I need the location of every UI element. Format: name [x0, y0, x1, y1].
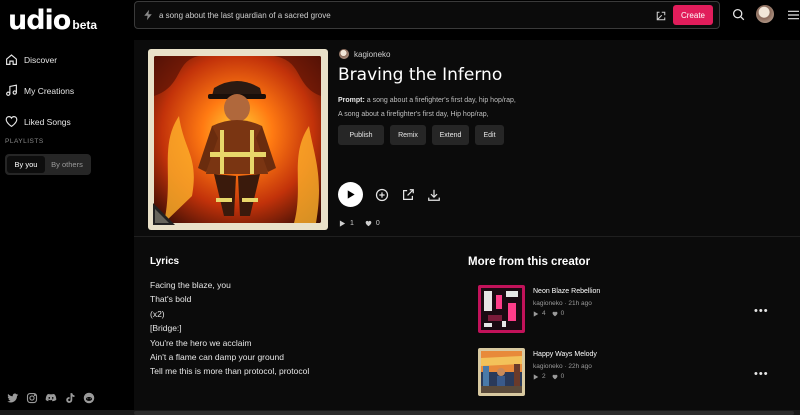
card-song-title[interactable]: Neon Blaze Rebellion	[533, 288, 600, 295]
tiktok-icon[interactable]	[64, 392, 76, 404]
prompt-label: Prompt:	[338, 97, 365, 104]
social-links	[7, 392, 95, 404]
lyric-line: That's bold	[150, 294, 192, 305]
card-like-count: 0	[560, 310, 565, 317]
sidebar-item-discover[interactable]: Discover	[5, 44, 74, 75]
music-note-icon	[6, 84, 17, 96]
section-divider	[134, 236, 800, 237]
card-song-stats: 4 0	[533, 310, 570, 317]
heart-icon	[552, 311, 558, 316]
sidebar-item-label: My Creations	[24, 85, 75, 96]
play-count-icon	[339, 220, 346, 227]
udio-logo[interactable]: udio beta	[8, 5, 97, 36]
add-to-playlist-icon[interactable]	[375, 188, 389, 202]
tab-by-others[interactable]: By others	[45, 156, 89, 173]
song-actions: Publish Remix Extend Edit	[338, 125, 504, 145]
lyrics-heading: Lyrics	[150, 256, 180, 267]
card-play-count: 2	[542, 373, 546, 380]
more-from-creator-heading: More from this creator	[468, 256, 591, 268]
sidebar: udio beta Discover My Creations Liked So…	[0, 0, 134, 415]
playlists-heading: PLAYLISTS	[5, 138, 44, 145]
bolt-icon	[144, 9, 152, 21]
sidebar-item-my-creations[interactable]: My Creations	[5, 75, 74, 106]
sidebar-item-label: Liked Songs	[24, 116, 71, 127]
song-cover-art[interactable]	[154, 56, 321, 223]
instagram-icon[interactable]	[26, 392, 38, 404]
heart-icon	[5, 116, 18, 128]
song-tags: A song about a firefighter's first day, …	[338, 111, 489, 118]
artist-avatar	[339, 49, 349, 59]
share-icon[interactable]	[401, 188, 415, 202]
song-prompt: Prompt: a song about a firefighter's fir…	[338, 97, 516, 104]
card-song-meta: kagioneko · 21h ago	[533, 300, 592, 307]
logo-beta-tag: beta	[72, 18, 98, 32]
lyric-line: [Bridge:]	[150, 323, 182, 334]
twitter-icon[interactable]	[7, 392, 19, 404]
user-avatar[interactable]	[756, 5, 774, 23]
prompt-text: a song about a firefighter's first day, …	[366, 97, 516, 104]
creator-song-card[interactable]: Neon Blaze Rebellion kagioneko · 21h ago…	[478, 285, 778, 333]
lyric-line: (x2)	[150, 308, 165, 319]
prompt-settings-icon[interactable]	[655, 10, 667, 22]
neon-blaze-artwork	[478, 285, 525, 333]
playlist-toggle: By you By others	[5, 154, 91, 175]
artist-link[interactable]: kagioneko	[339, 49, 390, 59]
reddit-icon[interactable]	[83, 392, 95, 404]
player-controls	[338, 182, 441, 207]
hamburger-menu-icon[interactable]	[788, 10, 799, 20]
prompt-bar: Create	[134, 1, 720, 29]
remix-button[interactable]: Remix	[390, 125, 426, 145]
lyric-line: Tell me this is more than protocol, prot…	[150, 366, 310, 377]
creator-song-card[interactable]: Happy Ways Melody kagioneko · 22h ago 2 …	[478, 348, 778, 396]
publish-button[interactable]: Publish	[338, 125, 384, 145]
song-page: kagioneko Braving the Inferno Prompt: a …	[134, 40, 800, 415]
play-icon	[347, 190, 355, 199]
card-song-title[interactable]: Happy Ways Melody	[533, 351, 597, 358]
search-icon[interactable]	[732, 8, 745, 21]
like-count: 0	[375, 220, 380, 227]
song-cover-frame	[148, 49, 328, 230]
play-count: 1	[350, 220, 354, 227]
extend-button[interactable]: Extend	[432, 125, 469, 145]
like-icon[interactable]	[365, 220, 372, 227]
play-count-icon	[533, 373, 539, 380]
download-icon[interactable]	[427, 188, 441, 202]
tab-by-you[interactable]: By you	[7, 156, 45, 173]
cover-corner-icon	[153, 203, 175, 225]
song-thumbnail[interactable]	[478, 348, 525, 396]
play-count-icon	[533, 310, 539, 317]
edit-button[interactable]: Edit	[475, 125, 504, 145]
lyric-line: You're the hero we acclaim	[150, 337, 252, 348]
card-song-stats: 2 0	[533, 373, 570, 380]
heart-icon	[552, 374, 558, 379]
play-button[interactable]	[338, 182, 363, 207]
logo-wordmark: udio	[8, 5, 71, 36]
more-options-icon[interactable]: •••	[754, 368, 769, 380]
song-thumbnail[interactable]	[478, 285, 525, 333]
top-bar: Create	[134, 0, 800, 30]
firefighter-artwork	[154, 56, 321, 223]
card-like-count: 0	[560, 373, 565, 380]
happy-ways-artwork	[478, 348, 525, 396]
horizontal-scrollbar-thumb[interactable]	[134, 411, 794, 415]
sidebar-nav: Discover My Creations Liked Songs	[5, 44, 74, 137]
prompt-input[interactable]	[159, 10, 639, 20]
discord-icon[interactable]	[45, 392, 57, 404]
artist-name: kagioneko	[354, 49, 391, 59]
sidebar-item-liked-songs[interactable]: Liked Songs	[5, 106, 74, 137]
more-options-icon[interactable]: •••	[754, 305, 769, 317]
create-button[interactable]: Create	[673, 5, 713, 25]
song-stats: 1 0	[339, 220, 391, 227]
song-title: Braving the Inferno	[338, 65, 503, 85]
card-song-meta: kagioneko · 22h ago	[533, 363, 592, 370]
lyric-line: Facing the blaze, you	[150, 280, 231, 290]
lyric-line: Ain't a flame can damp your ground	[150, 352, 284, 363]
lyrics-body: Facing the blaze, you That's bold (x2) […	[150, 278, 309, 379]
home-icon	[6, 54, 17, 65]
sidebar-item-label: Discover	[24, 54, 58, 65]
card-play-count: 4	[542, 310, 546, 317]
